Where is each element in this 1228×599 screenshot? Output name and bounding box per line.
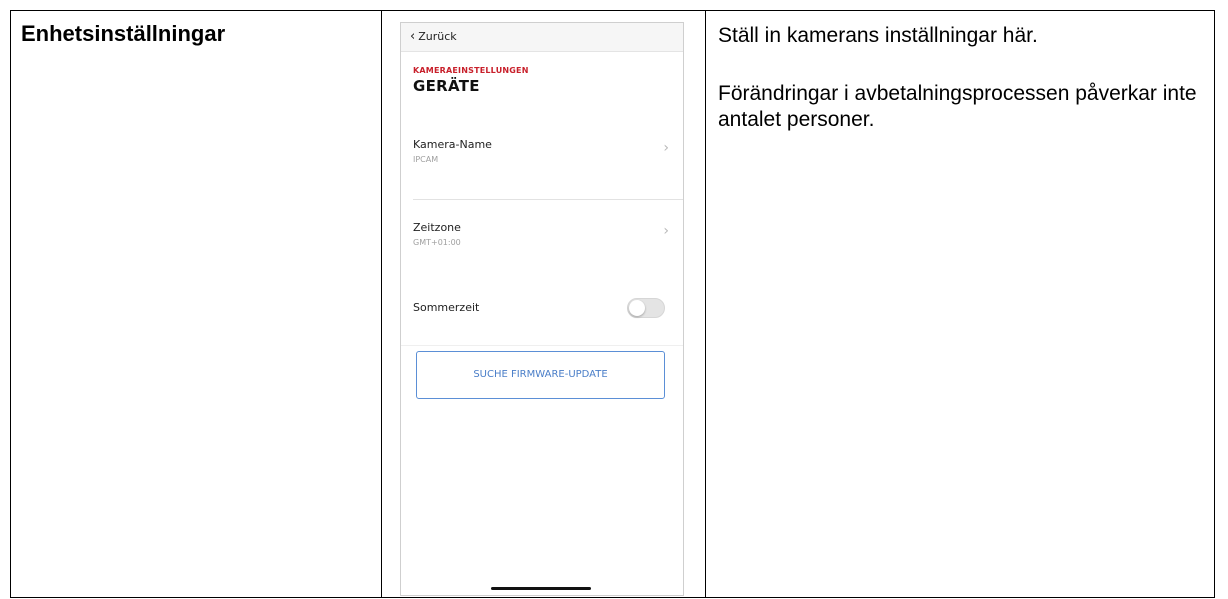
screenshot-cell: ‹ Zurück KAMERAEINSTELLUNGEN GERÄTE Kamer… xyxy=(382,11,706,597)
firmware-update-button[interactable]: SUCHE FIRMWARE-UPDATE xyxy=(416,351,665,399)
setting-row-camera-name[interactable]: Kamera-Name IPCAM › xyxy=(401,128,683,188)
timezone-value: GMT+01:00 xyxy=(413,238,461,247)
section-title: GERÄTE xyxy=(413,77,480,95)
description-line-2: Förändringar i avbetalningsprocessen påv… xyxy=(718,82,1197,131)
divider xyxy=(401,345,683,346)
chevron-right-icon: › xyxy=(663,140,669,156)
back-button-label: Zurück xyxy=(418,30,457,43)
timezone-label: Zeitzone xyxy=(413,221,461,234)
back-button[interactable]: ‹ Zurück xyxy=(410,29,457,44)
description: Ställ in kamerans inställningar här. För… xyxy=(718,23,1206,133)
divider xyxy=(413,199,683,200)
description-line-1: Ställ in kamerans inställningar här. xyxy=(718,24,1038,47)
phone-screenshot: ‹ Zurück KAMERAEINSTELLUNGEN GERÄTE Kamer… xyxy=(400,22,684,596)
description-cell: Ställ in kamerans inställningar här. För… xyxy=(706,11,1214,597)
home-indicator xyxy=(491,587,591,590)
camera-name-value: IPCAM xyxy=(413,155,439,164)
section-eyebrow: KAMERAEINSTELLUNGEN xyxy=(413,66,529,75)
setting-row-dst: Sommerzeit xyxy=(401,285,683,335)
setting-row-timezone[interactable]: Zeitzone GMT+01:00 › xyxy=(401,211,683,271)
dst-label: Sommerzeit xyxy=(413,301,480,314)
chevron-left-icon: ‹ xyxy=(410,29,416,44)
document-table: Enhetsinställningar ‹ Zurück KAMERAEINSTE… xyxy=(10,10,1215,598)
chevron-right-icon: › xyxy=(663,223,669,239)
toggle-knob xyxy=(629,300,645,316)
row-title-cell: Enhetsinställningar xyxy=(11,11,382,597)
row-title: Enhetsinställningar xyxy=(21,21,226,46)
camera-name-label: Kamera-Name xyxy=(413,138,492,151)
nav-bar: ‹ Zurück xyxy=(401,23,683,52)
dst-toggle[interactable] xyxy=(627,298,665,318)
